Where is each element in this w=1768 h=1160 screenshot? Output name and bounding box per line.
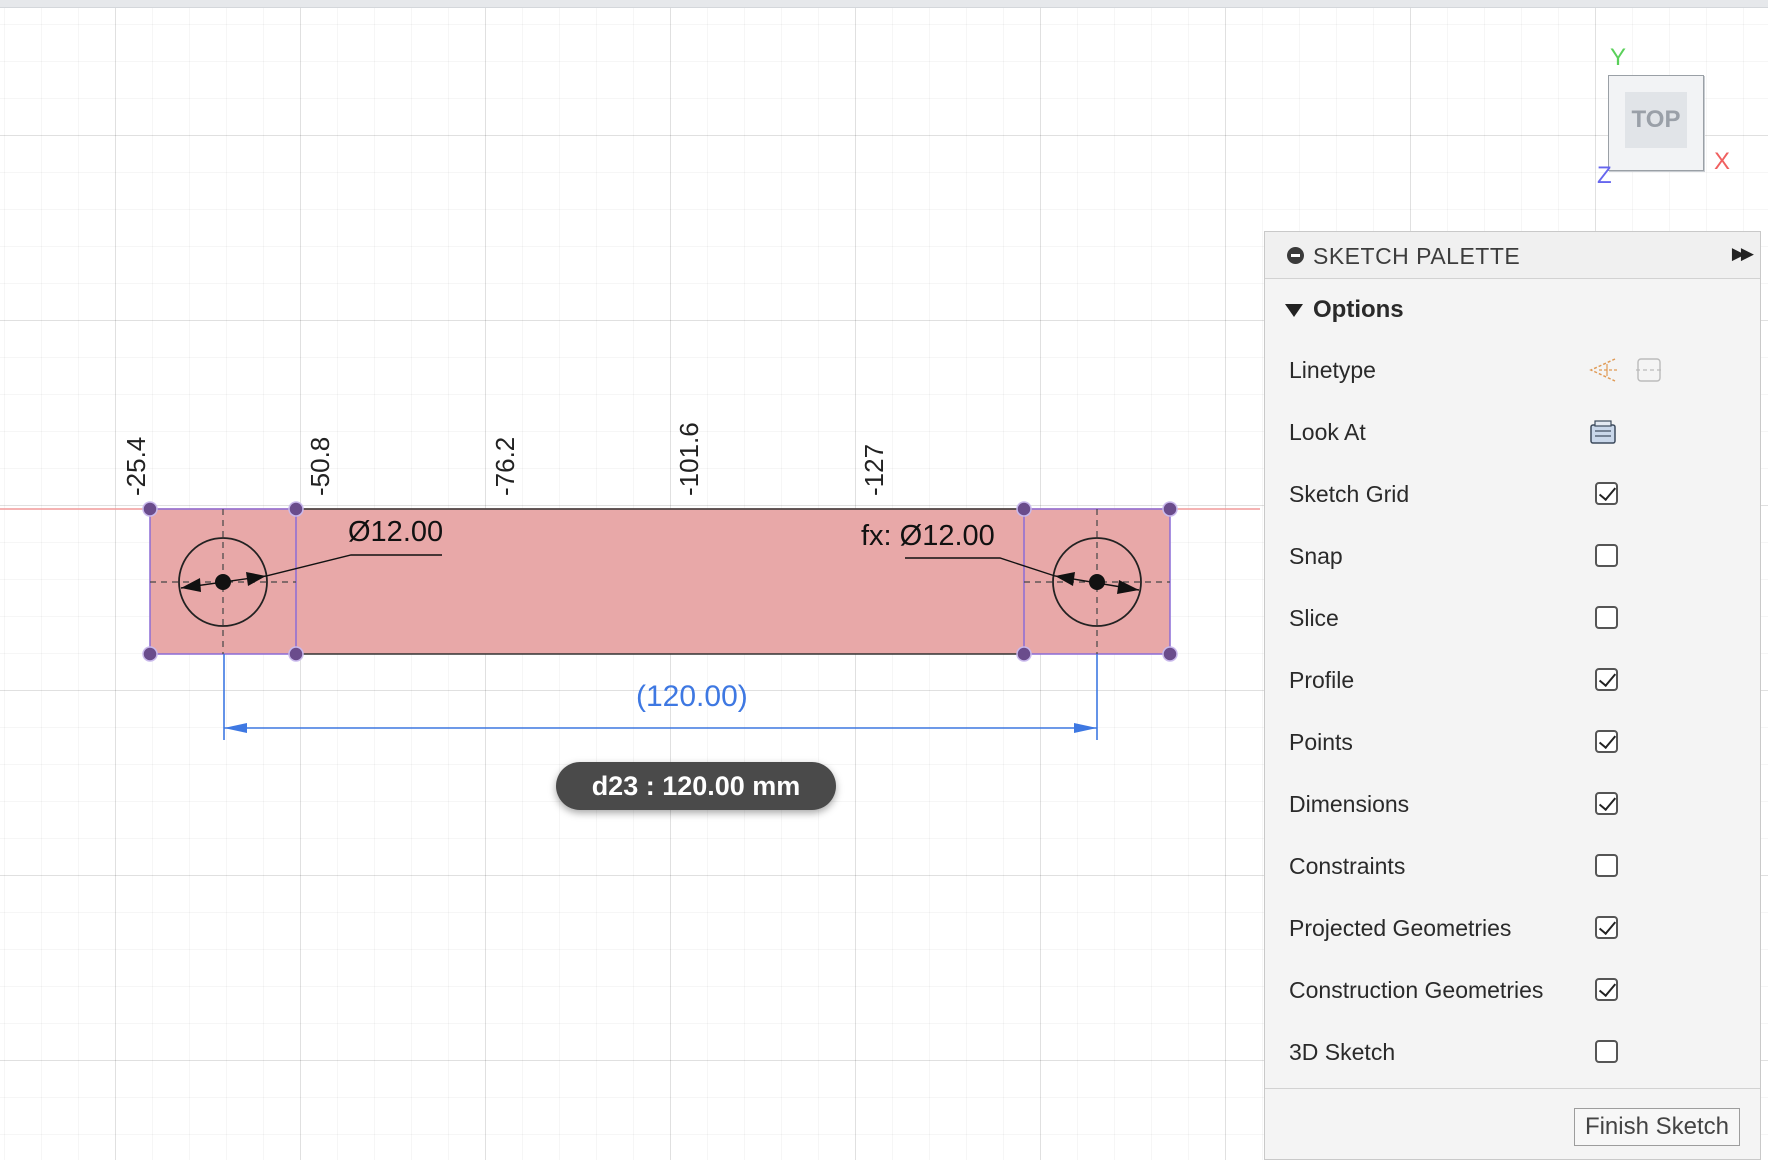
sketch-point (1162, 646, 1178, 662)
projected-geometries-checkbox[interactable] (1595, 916, 1618, 939)
ruler-label: -101.6 (674, 422, 704, 496)
palette-footer: Finish Sketch (1265, 1088, 1760, 1159)
collapse-icon[interactable] (1287, 247, 1304, 264)
points-checkbox[interactable] (1595, 730, 1618, 753)
constraints-checkbox[interactable] (1595, 854, 1618, 877)
linetype-label: Linetype (1289, 357, 1376, 383)
option-row-constraints: Constraints (1265, 835, 1760, 897)
sketch-point (1016, 501, 1032, 517)
distance-dimension[interactable]: (120.00) (636, 680, 748, 714)
option-row-linetype: Linetype (1265, 339, 1760, 401)
sketch-point (142, 501, 158, 517)
option-label: Slice (1289, 605, 1339, 631)
axis-z-label: Z (1597, 162, 1612, 189)
sketch-point (1162, 501, 1178, 517)
view-cube-face[interactable]: TOP (1608, 75, 1704, 171)
triangle-down-icon (1285, 304, 1303, 317)
centerline-linetype-icon[interactable] (1633, 355, 1665, 385)
option-label: Points (1289, 729, 1353, 755)
ruler-label: -127 (859, 443, 889, 496)
diameter-dimension-right[interactable]: fx: Ø12.00 (861, 520, 995, 553)
option-row-points: Points (1265, 711, 1760, 773)
construction-geometries-checkbox[interactable] (1595, 978, 1618, 1001)
look-at-label: Look At (1289, 419, 1366, 445)
option-row-dimensions: Dimensions (1265, 773, 1760, 835)
ruler-label: -50.8 (305, 436, 335, 496)
3d-sketch-checkbox[interactable] (1595, 1040, 1618, 1063)
dim-arrow-left (224, 723, 247, 733)
hole-center-right (1089, 574, 1105, 590)
option-label: Sketch Grid (1289, 481, 1410, 507)
hole-center-left (215, 574, 231, 590)
option-row-sketch-grid: Sketch Grid (1265, 463, 1760, 525)
option-row-slice: Slice (1265, 587, 1760, 649)
sketch-point (288, 501, 304, 517)
option-label: Construction Geometries (1289, 977, 1544, 1003)
options-section-header[interactable]: Options (1265, 279, 1760, 339)
sketch-point (1016, 646, 1032, 662)
axis-x-label: X (1714, 148, 1731, 175)
option-row-snap: Snap (1265, 525, 1760, 587)
option-row-projected-geometries: Projected Geometries (1265, 897, 1760, 959)
option-row-3d-sketch: 3D Sketch (1265, 1021, 1760, 1083)
option-label: 3D Sketch (1289, 1039, 1396, 1065)
snap-checkbox[interactable] (1595, 544, 1618, 567)
option-row-construction-geometries: Construction Geometries (1265, 959, 1760, 1021)
palette-header: SKETCH PALETTE ▶▶ (1265, 232, 1760, 279)
option-label: Profile (1289, 667, 1355, 693)
finish-sketch-button[interactable]: Finish Sketch (1573, 1108, 1740, 1146)
ruler-label: -25.4 (121, 436, 151, 496)
dimensions-checkbox[interactable] (1595, 792, 1618, 815)
sketch-palette: SKETCH PALETTE ▶▶ Options Linetype Look … (1264, 231, 1761, 1160)
dim-arrow-right (1074, 723, 1097, 733)
sketch-grid-checkbox[interactable] (1595, 482, 1618, 505)
look-at-icon[interactable] (1587, 417, 1619, 447)
ruler-label: -76.2 (490, 436, 520, 496)
expand-arrows-icon[interactable]: ▶▶ (1732, 244, 1754, 264)
view-cube[interactable]: Y TOP X Z (1590, 44, 1740, 194)
sketch-point (288, 646, 304, 662)
sketch-point (142, 646, 158, 662)
option-row-profile: Profile (1265, 649, 1760, 711)
option-label: Dimensions (1289, 791, 1410, 817)
option-label: Snap (1289, 543, 1343, 569)
construction-linetype-icon[interactable] (1587, 355, 1619, 385)
option-row-look-at: Look At (1265, 401, 1760, 463)
option-label: Projected Geometries (1289, 915, 1512, 941)
diameter-dimension-left[interactable]: Ø12.00 (348, 516, 443, 549)
axis-y-label: Y (1610, 44, 1627, 71)
profile-checkbox[interactable] (1595, 668, 1618, 691)
slice-checkbox[interactable] (1595, 606, 1618, 629)
sketch-geometry[interactable] (0, 0, 1260, 1160)
palette-title: SKETCH PALETTE (1313, 243, 1521, 269)
dimension-tooltip: d23 : 120.00 mm (556, 762, 836, 810)
options-section-title: Options (1313, 296, 1404, 323)
view-cube-top-label[interactable]: TOP (1625, 92, 1687, 148)
option-label: Constraints (1289, 853, 1406, 879)
